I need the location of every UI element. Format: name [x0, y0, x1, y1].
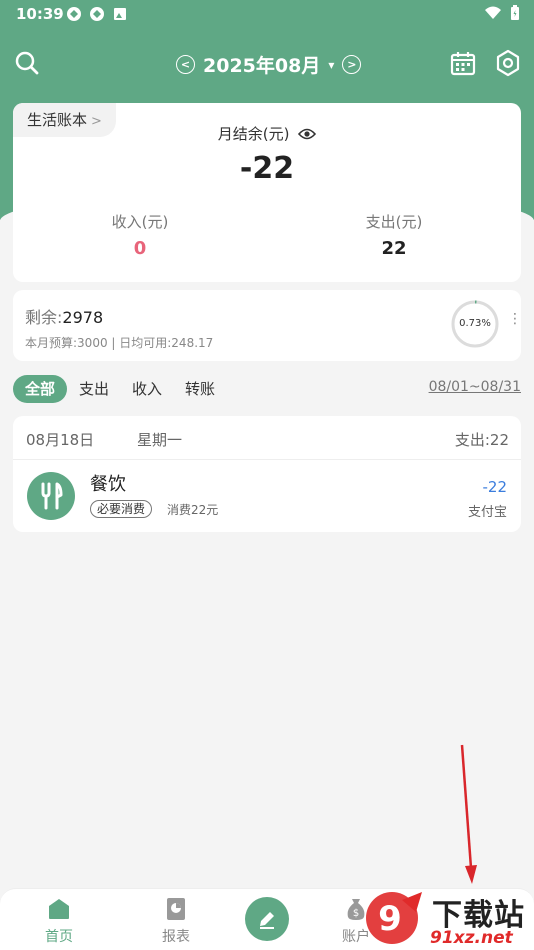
- nav-home[interactable]: 首页: [24, 897, 94, 946]
- more-options-icon[interactable]: ⋮: [508, 312, 522, 326]
- search-icon[interactable]: [13, 49, 41, 77]
- record-category: 餐饮: [90, 474, 126, 495]
- budget-detail: 本月预算:3000 | 日均可用:248.17: [25, 336, 214, 350]
- record-account: 支付宝: [467, 505, 507, 520]
- tab-income[interactable]: 收入: [126, 375, 168, 403]
- expense-label: 支出(元): [365, 213, 423, 231]
- watermark-url: 91xz.net: [430, 928, 513, 948]
- status-system-icons: [484, 5, 520, 21]
- budget-remaining-value: 2978: [62, 308, 104, 327]
- add-record-button[interactable]: [245, 897, 289, 941]
- notification-app-icon: [90, 7, 104, 21]
- battery-icon: [511, 5, 519, 20]
- watermark-logo-icon: 9: [366, 892, 422, 944]
- nav-report[interactable]: 报表: [141, 897, 211, 946]
- day-date: 08月18日: [26, 431, 95, 449]
- budget-card[interactable]: 剩余:2978 本月预算:3000 | 日均可用:248.17 0.73% ⋮: [13, 290, 522, 361]
- record-tag: 必要消费: [90, 500, 153, 518]
- current-month[interactable]: 2025年08月: [203, 51, 320, 78]
- notification-app-icon: [67, 7, 81, 21]
- notification-image-icon: [114, 8, 126, 20]
- day-group-header: 08月18日 星期一 支出:22: [13, 416, 521, 460]
- settings-icon[interactable]: [494, 49, 522, 77]
- month-balance-value: -22: [239, 151, 295, 186]
- expense-summary: 支出(元) 22: [294, 211, 494, 259]
- status-time: 10:39: [16, 5, 64, 23]
- chevron-right-icon[interactable]: >: [342, 55, 362, 74]
- chevron-left-icon[interactable]: <: [176, 55, 195, 74]
- record-filter-tabs: 全部 支出 收入 转账 08/01~08/31: [13, 375, 521, 403]
- fork-knife-icon: [27, 472, 75, 520]
- pencil-icon: [260, 912, 274, 929]
- svg-text:$: $: [353, 908, 359, 919]
- top-bar: < 2025年08月 ▾ >: [0, 44, 534, 84]
- income-label: 收入(元): [111, 213, 169, 231]
- budget-remaining: 剩余:2978: [25, 304, 103, 328]
- date-range-selector[interactable]: 08/01~08/31: [429, 379, 521, 395]
- day-weekday: 星期一: [137, 431, 183, 449]
- eye-icon[interactable]: [298, 128, 317, 140]
- record-note: 消费22元: [167, 503, 219, 517]
- tab-transfer[interactable]: 转账: [179, 375, 221, 403]
- report-icon: [167, 898, 185, 920]
- day-record-group: 08月18日 星期一 支出:22 餐饮 必要消费 消费22元 -22 支付宝: [13, 416, 521, 532]
- nav-report-label: 报表: [162, 929, 190, 945]
- expense-value: 22: [381, 238, 407, 259]
- site-watermark: 9 下载站 91xz.net: [362, 888, 534, 950]
- svg-text:9: 9: [378, 899, 402, 939]
- budget-progress-text: 0.73%: [459, 318, 491, 329]
- month-dropdown-icon[interactable]: ▾: [328, 58, 334, 72]
- day-expense-total: 支出:22: [454, 431, 509, 449]
- income-value: 0: [133, 238, 147, 259]
- tab-expense[interactable]: 支出: [73, 375, 115, 403]
- month-switcher: < 2025年08月 ▾ >: [176, 51, 362, 78]
- record-amount: -22: [482, 478, 508, 496]
- nav-home-label: 首页: [45, 929, 73, 945]
- calendar-icon[interactable]: [449, 49, 477, 77]
- wifi-icon: [485, 6, 501, 19]
- month-balance-label: 月结余(元): [13, 123, 521, 144]
- status-notification-icons: [66, 6, 128, 22]
- status-bar: 10:39: [0, 0, 534, 30]
- income-summary: 收入(元) 0: [40, 211, 240, 259]
- tab-all[interactable]: 全部: [13, 375, 67, 403]
- budget-remaining-label: 剩余:: [25, 308, 63, 327]
- home-icon: [49, 899, 69, 919]
- monthly-summary-card: 生活账本 > 月结余(元) -22 收入(元) 0 支出(元) 22: [13, 103, 521, 282]
